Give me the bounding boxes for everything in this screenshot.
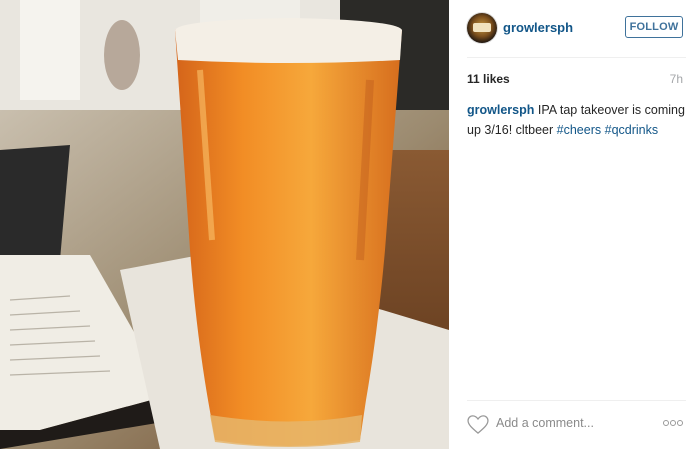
dot-icon: [663, 420, 669, 426]
beer-photo-illustration: [0, 0, 449, 449]
caption-username[interactable]: growlersph: [467, 103, 534, 117]
header-username[interactable]: growlersph: [503, 20, 573, 35]
post-sidebar: growlersph FOLLOW 11 likes 7h growlersph…: [449, 0, 700, 449]
hashtag-link[interactable]: #qcdrinks: [605, 123, 659, 137]
more-options-icon[interactable]: [663, 420, 683, 426]
post-caption: growlersph IPA tap takeover is coming up…: [467, 100, 689, 140]
comment-input[interactable]: [496, 413, 646, 433]
dot-icon: [677, 420, 683, 426]
post-header: growlersph FOLLOW: [467, 11, 686, 45]
avatar-logo: [473, 23, 491, 32]
dot-icon: [670, 420, 676, 426]
heart-icon[interactable]: [467, 415, 489, 434]
header-divider: [467, 57, 686, 58]
post-photo[interactable]: [0, 0, 449, 449]
avatar[interactable]: [467, 13, 497, 43]
follow-button[interactable]: FOLLOW: [625, 16, 683, 38]
instagram-post: growlersph FOLLOW 11 likes 7h growlersph…: [0, 0, 700, 449]
footer-divider: [467, 400, 686, 401]
likes-count[interactable]: 11 likes: [467, 72, 510, 86]
hashtag-link[interactable]: #cheers: [557, 123, 601, 137]
post-timestamp[interactable]: 7h: [670, 72, 683, 86]
